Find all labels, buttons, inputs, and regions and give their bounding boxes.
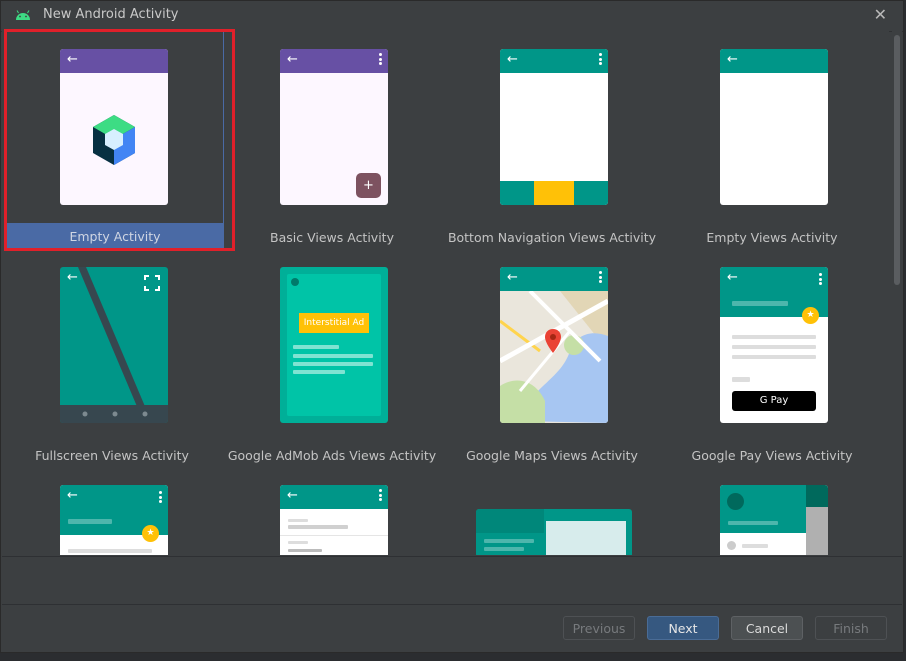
- template-row3-item-1[interactable]: ← ★: [2, 467, 222, 555]
- star-badge-icon: ★: [802, 307, 819, 324]
- overflow-menu-icon: [819, 273, 822, 287]
- template-preview: [720, 485, 828, 555]
- template-row3-item-4[interactable]: [662, 467, 882, 555]
- template-label: Empty Views Activity: [706, 230, 838, 245]
- template-preview: ←: [720, 49, 828, 205]
- close-icon[interactable]: ✕: [874, 5, 887, 24]
- template-label: Fullscreen Views Activity: [35, 448, 189, 463]
- template-label: Bottom Navigation Views Activity: [447, 230, 657, 245]
- map-preview: [500, 291, 608, 423]
- template-preview: Interstitial Ad: [280, 267, 388, 423]
- overflow-menu-icon: [379, 53, 382, 67]
- template-row3-item-3[interactable]: [442, 467, 662, 555]
- template-label: Google Pay Views Activity: [691, 448, 853, 463]
- template-fullscreen-views-activity[interactable]: ← Fullscreen Views Activity: [2, 249, 222, 467]
- overflow-menu-icon: [159, 491, 162, 505]
- gallery-scrollbar[interactable]: [892, 31, 902, 555]
- overflow-menu-icon: [379, 489, 382, 503]
- overflow-menu-icon: [599, 271, 602, 285]
- template-label: Basic Views Activity: [270, 230, 394, 245]
- template-preview: ←: [500, 267, 608, 423]
- scrollbar-thumb[interactable]: [894, 35, 900, 285]
- template-preview: ← +: [280, 49, 388, 205]
- previous-button[interactable]: Previous: [563, 616, 635, 640]
- back-arrow-icon: ←: [67, 270, 78, 285]
- new-activity-dialog: New Android Activity ✕ ← Empty Activity: [0, 0, 904, 653]
- fab-icon: +: [356, 173, 381, 198]
- template-row3-item-2[interactable]: ←: [222, 467, 442, 555]
- star-badge-icon: ★: [142, 525, 159, 542]
- template-google-pay-views-activity[interactable]: ← ★ G Pay Google Pay Views Activity: [662, 249, 882, 467]
- back-arrow-icon: ←: [67, 488, 78, 503]
- google-pay-button: G Pay: [732, 391, 816, 411]
- template-maps-views-activity[interactable]: ← Google Maps Views Activity: [442, 249, 662, 467]
- template-preview: ←: [60, 267, 168, 423]
- finish-button[interactable]: Finish: [815, 616, 887, 640]
- android-icon: [16, 10, 30, 20]
- template-preview: ← ★ G Pay: [720, 267, 828, 423]
- dialog-title: New Android Activity: [43, 7, 179, 22]
- back-arrow-icon: ←: [507, 52, 518, 67]
- overflow-menu-icon: [599, 53, 602, 67]
- template-basic-views-activity[interactable]: ← + Basic Views Activity: [222, 31, 442, 249]
- map-pin-icon: [545, 329, 561, 353]
- interstitial-ad-badge: Interstitial Ad: [299, 313, 369, 333]
- cancel-button[interactable]: Cancel: [731, 616, 803, 640]
- template-preview: ← ★: [60, 485, 168, 555]
- highlight-box: [4, 29, 235, 251]
- back-arrow-icon: ←: [727, 52, 738, 67]
- next-button[interactable]: Next: [647, 616, 719, 640]
- back-arrow-icon: ←: [727, 270, 738, 285]
- template-admob-views-activity[interactable]: Interstitial Ad Google AdMob Ads Views A…: [222, 249, 442, 467]
- fullscreen-icon: [144, 275, 160, 291]
- template-label: Google Maps Views Activity: [466, 448, 638, 463]
- template-bottom-navigation-activity[interactable]: ← Bottom Navigation Views Activity: [442, 31, 662, 249]
- back-arrow-icon: ←: [287, 52, 298, 67]
- template-preview: ←: [500, 49, 608, 205]
- template-preview: ←: [280, 485, 388, 555]
- template-empty-views-activity[interactable]: ← Empty Views Activity: [662, 31, 882, 249]
- template-preview: [476, 509, 632, 555]
- bottom-nav-bar: [500, 181, 608, 205]
- back-arrow-icon: ←: [287, 488, 298, 503]
- back-arrow-icon: ←: [507, 270, 518, 285]
- template-label: Google AdMob Ads Views Activity: [227, 448, 437, 463]
- title-bar: New Android Activity ✕: [1, 1, 903, 32]
